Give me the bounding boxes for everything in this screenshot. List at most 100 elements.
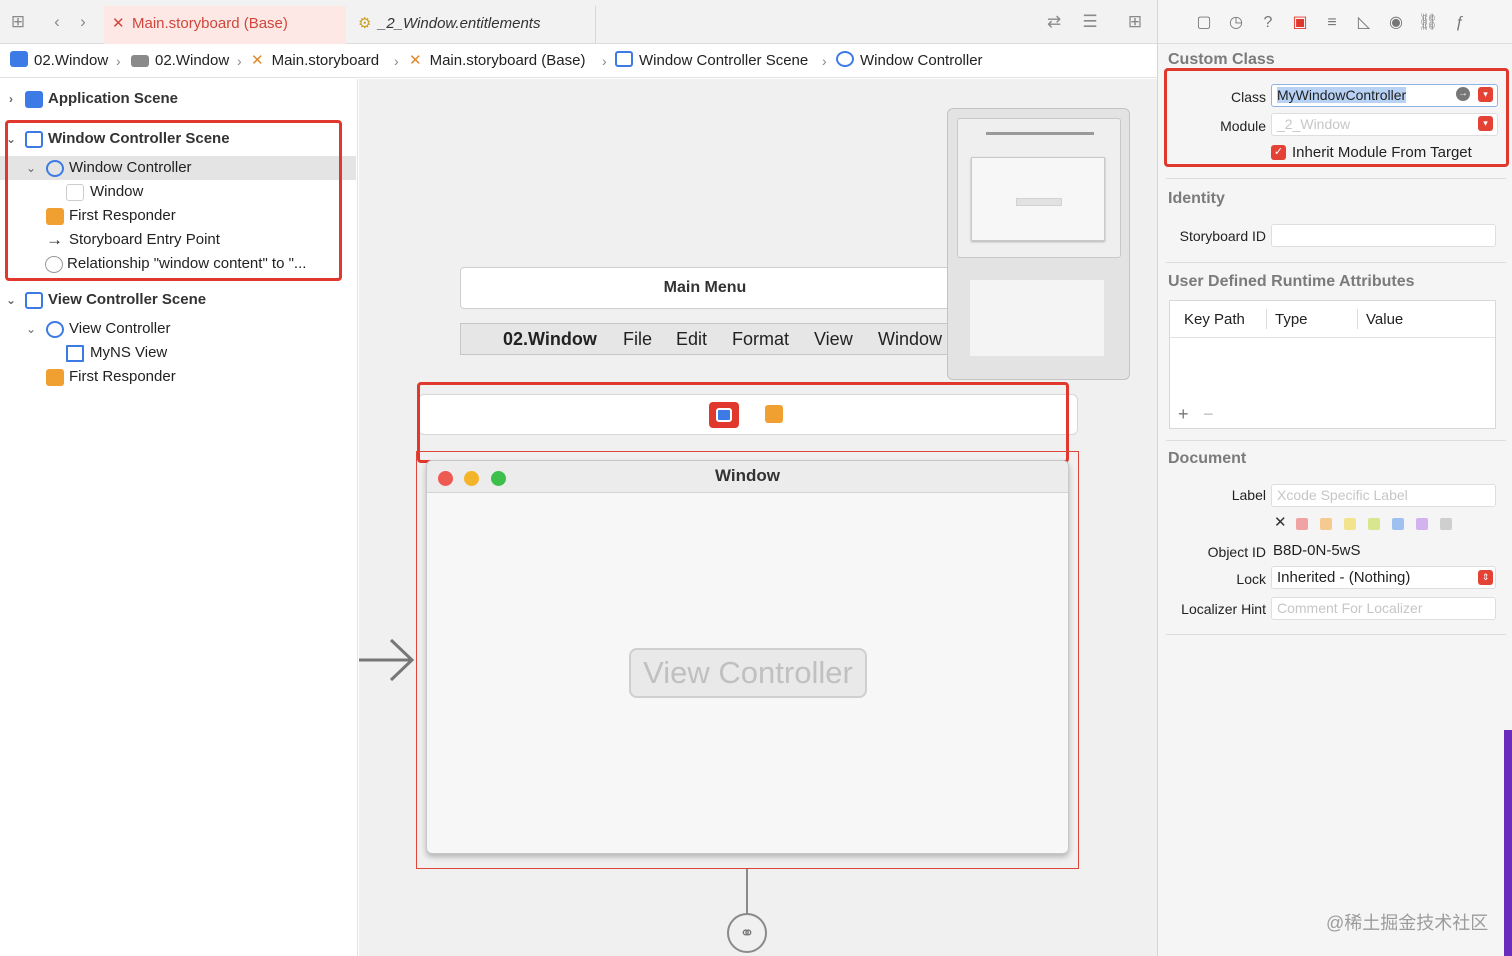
divider (1166, 634, 1506, 635)
color-swatch-purple[interactable] (1416, 518, 1428, 530)
window-controller-icon (836, 51, 854, 67)
color-swatch-orange[interactable] (1320, 518, 1332, 530)
crumb-storyboard[interactable]: ✕ Main.storyboard (251, 44, 379, 78)
attributes-inspector-icon[interactable]: ≡ (1322, 13, 1342, 33)
section-document: Document (1168, 450, 1247, 467)
object-id-value: B8D-0N-5wS (1273, 542, 1361, 559)
bindings-inspector-icon[interactable]: ⛓ (1418, 13, 1438, 33)
main-menu-bar[interactable]: Main Menu (460, 267, 950, 309)
menu-item[interactable]: Format (732, 324, 789, 354)
menu-item[interactable]: Window (878, 324, 942, 354)
crumb-window-controller[interactable]: Window Controller (836, 44, 983, 78)
clear-color-label-icon[interactable]: ✕ (1274, 513, 1287, 531)
tab-label: _2_Window.entitlements (378, 15, 541, 32)
column-type[interactable]: Type (1275, 301, 1308, 338)
tab-label: Main.storyboard (Base) (132, 15, 288, 32)
annotation-highlight (5, 120, 342, 281)
menu-item[interactable]: 02.Window (503, 324, 597, 354)
color-swatch-blue[interactable] (1392, 518, 1404, 530)
view-controller-icon (46, 321, 64, 338)
menu-item[interactable]: File (623, 324, 652, 354)
grid-icon[interactable]: ⊞ (8, 12, 28, 32)
divider (1166, 440, 1506, 441)
localizer-hint-field[interactable]: Comment For Localizer (1271, 597, 1496, 620)
color-swatch-green[interactable] (1368, 518, 1380, 530)
relationship-segue-icon[interactable]: ⚭ (727, 913, 767, 953)
crumb-label: Window Controller Scene (639, 52, 809, 69)
connections-inspector-icon[interactable]: ◉ (1386, 13, 1406, 33)
column-key-path[interactable]: Key Path (1184, 301, 1245, 338)
add-editor-icon[interactable]: ⊞ (1125, 12, 1145, 32)
crumb-folder[interactable]: 02.Window (131, 44, 229, 78)
project-icon (10, 51, 28, 67)
outline-application-scene[interactable]: › Application Scene (0, 87, 356, 111)
editor-options-icon[interactable]: ☰ (1080, 12, 1100, 32)
minimap-popover[interactable] (947, 108, 1130, 380)
outline-view-controller-scene[interactable]: ⌄ View Controller Scene (0, 288, 356, 312)
view-controller-placeholder[interactable]: View Controller (629, 648, 867, 698)
first-responder-icon (46, 369, 64, 386)
outline-myns-view[interactable]: MyNS View (0, 341, 356, 365)
outline-first-responder-2[interactable]: First Responder (0, 365, 356, 389)
localizer-hint-placeholder: Comment For Localizer (1277, 600, 1423, 616)
chevron-down-icon[interactable]: ⌄ (4, 288, 18, 312)
storyboard-canvas[interactable]: Main Menu 02.Window File Edit Format Vie… (359, 79, 1157, 956)
tab-entitlements[interactable]: ⚙ _2_Window.entitlements (350, 6, 596, 44)
remove-attribute-button[interactable]: − (1203, 404, 1214, 425)
chevron-down-icon[interactable]: ⌄ (24, 317, 38, 341)
identity-inspector-icon[interactable]: ▣ (1290, 13, 1310, 33)
watermark: @稀土掘金技术社区 (1326, 913, 1489, 933)
crumb-project[interactable]: 02.Window (10, 44, 108, 78)
lock-value: Inherited - (Nothing) (1277, 569, 1411, 586)
crumb-label: Main.storyboard (271, 52, 380, 69)
forward-icon[interactable]: › (73, 12, 93, 32)
outline-view-controller[interactable]: ⌄ View Controller (0, 317, 356, 341)
color-swatch-gray[interactable] (1440, 518, 1452, 530)
file-inspector-icon[interactable]: ▢ (1194, 13, 1214, 33)
table-header: Key Path Type Value (1170, 301, 1495, 338)
divider (1166, 262, 1506, 263)
chevron-right-icon[interactable]: › (4, 87, 18, 111)
history-icon[interactable]: ◷ (1226, 13, 1246, 33)
size-inspector-icon[interactable]: ◺ (1354, 13, 1374, 33)
storyboard-icon: ✕ (251, 52, 264, 69)
help-icon[interactable]: ? (1258, 13, 1278, 33)
document-outline: › Application Scene ⌄ Window Controller … (0, 79, 358, 956)
chevron-right-icon: › (822, 53, 827, 69)
entry-point-arrow-icon[interactable] (359, 635, 419, 685)
column-value[interactable]: Value (1366, 301, 1403, 338)
crumb-storyboard-base[interactable]: ✕ Main.storyboard (Base) (409, 44, 585, 78)
object-id-label: Object ID (1207, 544, 1266, 560)
color-swatch-red[interactable] (1296, 518, 1308, 530)
localizer-hint-label: Localizer Hint (1181, 601, 1266, 617)
entitlements-icon: ⚙ (358, 15, 372, 32)
stepper-arrows-icon[interactable]: ⇕ (1478, 570, 1493, 585)
menu-item[interactable]: View (814, 324, 853, 354)
relationship-segue-line (746, 869, 748, 915)
app-menu-bar[interactable]: 02.Window File Edit Format View Window (460, 323, 950, 355)
swap-icon[interactable]: ⇄ (1044, 12, 1064, 32)
crumb-window-controller-scene[interactable]: Window Controller Scene (615, 44, 808, 78)
minimap-window (971, 157, 1105, 241)
color-swatch-yellow[interactable] (1344, 518, 1356, 530)
window-title: Window (715, 466, 780, 485)
tab-main-storyboard[interactable]: ✕ Main.storyboard (Base) (104, 6, 346, 44)
scene-icon (25, 292, 43, 309)
add-attribute-button[interactable]: + (1178, 404, 1189, 425)
runtime-attributes-table: Key Path Type Value + − (1169, 300, 1496, 429)
identity-inspector: ▢ ◷ ? ▣ ≡ ◺ ◉ ⛓ ƒ Custom Class Class MyW… (1157, 0, 1512, 956)
outline-label: View Controller Scene (48, 291, 207, 308)
document-label-field[interactable]: Xcode Specific Label (1271, 484, 1496, 507)
back-icon[interactable]: ‹ (47, 12, 67, 32)
divider (1166, 178, 1506, 179)
storyboard-id-field[interactable] (1271, 224, 1496, 247)
effects-inspector-icon[interactable]: ƒ (1450, 13, 1470, 33)
window-preview[interactable]: Window View Controller (426, 460, 1069, 854)
storyboard-icon: ✕ (112, 15, 125, 32)
menu-item[interactable]: Edit (676, 324, 707, 354)
outline-label: Application Scene (48, 90, 179, 107)
scene-icon (615, 51, 633, 67)
minimap-view-controller (1016, 198, 1062, 206)
lock-select[interactable]: Inherited - (Nothing) (1271, 566, 1496, 589)
crumb-label: Window Controller (860, 52, 983, 69)
